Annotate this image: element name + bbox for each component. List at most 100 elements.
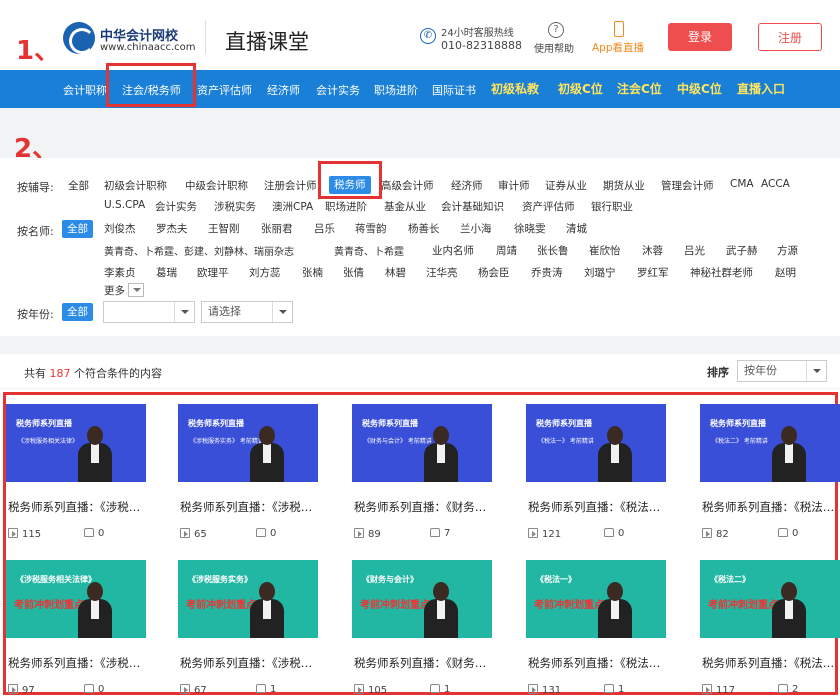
teacher-option[interactable]: 林碧	[385, 265, 406, 280]
category-option[interactable]: 涉税实务	[214, 199, 256, 214]
nav-item[interactable]: 经济师	[267, 82, 300, 98]
teacher-option[interactable]: 张倩	[343, 265, 364, 280]
category-option[interactable]: 高级会计师	[381, 178, 434, 193]
category-option[interactable]: 经济师	[451, 178, 483, 193]
category-option[interactable]: 初级会计职称	[104, 178, 167, 193]
category-option[interactable]: 基金从业	[384, 199, 426, 214]
register-button[interactable]: 注册	[758, 23, 822, 51]
teacher-option[interactable]: 武子赫	[726, 243, 758, 258]
teacher-option[interactable]: 蒋雪韵	[355, 221, 387, 236]
teacher-option[interactable]: 葛瑞	[156, 265, 177, 280]
category-option[interactable]: 会计基础知识	[441, 199, 504, 214]
category-option[interactable]: 中级会计职称	[185, 178, 248, 193]
course-thumbnail[interactable]: 《税法一》 考前冲刺划重点	[526, 560, 666, 638]
teacher-option[interactable]: 张长鲁	[537, 243, 569, 258]
nav-bold-item[interactable]: 初级私教	[491, 80, 539, 97]
teacher-option[interactable]: 崔欣怡	[589, 243, 621, 258]
category-option[interactable]: 会计实务	[155, 199, 197, 214]
category-option[interactable]: 资产评估师	[522, 199, 575, 214]
logo-icon[interactable]	[63, 22, 95, 54]
nav-item[interactable]: 资产评估师	[197, 82, 252, 98]
nav-item[interactable]: 职场进阶	[374, 82, 418, 98]
chevron-down-icon[interactable]	[128, 283, 144, 297]
teacher-option[interactable]: 黄青奇、卜希霆、彭建、刘静林、瑞丽杂志	[104, 243, 294, 258]
login-button[interactable]: 登录	[668, 23, 732, 51]
teacher-option[interactable]: 刘璐宁	[584, 265, 616, 280]
teacher-option[interactable]: 吕光	[684, 243, 705, 258]
teacher-option[interactable]: 乔贵涛	[531, 265, 563, 280]
category-option[interactable]: 注册会计师	[264, 178, 317, 193]
category-option[interactable]: 证券从业	[545, 178, 587, 193]
teacher-option[interactable]: 周靖	[496, 243, 517, 258]
teacher-option[interactable]: 张楠	[302, 265, 323, 280]
teacher-option[interactable]: 吕乐	[314, 221, 335, 236]
teacher-option[interactable]: 欧理平	[197, 265, 229, 280]
category-option[interactable]: 管理会计师	[661, 178, 714, 193]
teacher-option[interactable]: 杨会臣	[478, 265, 510, 280]
nav-bold-item[interactable]: 中级C位	[677, 80, 722, 97]
course-title[interactable]: 税务师系列直播：《财务…	[354, 655, 486, 671]
teacher-option[interactable]: 李素贞	[104, 265, 136, 280]
course-thumbnail[interactable]: 税务师系列直播 《财务与会计》 考前精讲	[352, 404, 492, 482]
nav-item[interactable]: 会计实务	[316, 82, 360, 98]
course-title[interactable]: 税务师系列直播：《涉税…	[180, 499, 312, 515]
nav-item[interactable]: 会计职称	[63, 82, 107, 98]
app-link[interactable]: App看直播	[592, 40, 644, 55]
nav-item[interactable]: 国际证书	[432, 82, 476, 98]
course-title[interactable]: 税务师系列直播：《税法…	[528, 499, 660, 515]
course-thumbnail[interactable]: 《税法二》 考前冲刺划重点	[700, 560, 840, 638]
teacher-option[interactable]: 沐蓉	[642, 243, 663, 258]
course-thumbnail[interactable]: 《涉税服务实务》 考前冲刺划重点	[178, 560, 318, 638]
category-option[interactable]: 职场进阶	[325, 199, 367, 214]
course-title[interactable]: 税务师系列直播：《涉税…	[180, 655, 312, 671]
course-thumbnail[interactable]: 《涉税服务相关法律》 考前冲刺划重点	[6, 560, 146, 638]
course-thumbnail[interactable]: 税务师系列直播 《涉税服务相关法律》	[6, 404, 146, 482]
course-thumbnail[interactable]: 税务师系列直播 《涉税服务实务》 考前精讲	[178, 404, 318, 482]
course-thumbnail[interactable]: 税务师系列直播 《税法二》 考前精讲	[700, 404, 840, 482]
teacher-option[interactable]: 王智刚	[208, 221, 240, 236]
year-option-selected[interactable]: 全部	[62, 303, 93, 321]
teacher-option[interactable]: 兰小海	[460, 221, 492, 236]
course-title[interactable]: 税务师系列直播：《税法…	[702, 499, 834, 515]
course-title[interactable]: 税务师系列直播：《税法…	[528, 655, 660, 671]
category-option[interactable]: 审计师	[498, 178, 530, 193]
teacher-option[interactable]: 方源	[777, 243, 798, 258]
course-title[interactable]: 税务师系列直播：《涉税…	[8, 655, 140, 671]
help-icon[interactable]: ?	[548, 22, 564, 38]
teacher-option[interactable]: 刘俊杰	[104, 221, 136, 236]
category-option[interactable]: 期货从业	[603, 178, 645, 193]
sub-select[interactable]: 请选择	[201, 301, 293, 323]
year-select[interactable]	[103, 301, 195, 323]
teacher-option[interactable]: 刘方蕊	[249, 265, 281, 280]
teacher-option[interactable]: 赵明	[775, 265, 796, 280]
nav-bold-item[interactable]: 注会C位	[617, 80, 662, 97]
teacher-option-selected[interactable]: 全部	[62, 220, 93, 238]
teacher-option[interactable]: 张丽君	[261, 221, 293, 236]
category-option[interactable]: CMA	[730, 178, 754, 190]
course-title[interactable]: 税务师系列直播：《财务…	[354, 499, 486, 515]
category-option[interactable]: U.S.CPA	[104, 199, 145, 211]
teacher-option[interactable]: 业内名师	[432, 243, 474, 258]
teacher-option[interactable]: 罗红军	[637, 265, 669, 280]
teacher-option[interactable]: 汪华亮	[426, 265, 458, 280]
teacher-option[interactable]: 罗杰夫	[156, 221, 188, 236]
category-option[interactable]: 银行职业	[591, 199, 633, 214]
course-thumbnail[interactable]: 《财务与会计》 考前冲刺划重点	[352, 560, 492, 638]
nav-bold-item[interactable]: 直播入口	[737, 80, 785, 97]
course-thumbnail[interactable]: 税务师系列直播 《税法一》 考前精讲	[526, 404, 666, 482]
category-option[interactable]: 澳洲CPA	[272, 199, 313, 214]
nav-bold-item[interactable]: 初级C位	[558, 80, 603, 97]
teacher-option[interactable]: 黄青奇、卜希霆	[334, 243, 404, 258]
logo-url[interactable]: www.chinaacc.com	[100, 42, 196, 53]
sort-select[interactable]: 按年份	[737, 360, 827, 382]
teacher-option[interactable]: 神秘社群老师	[690, 265, 753, 280]
course-title[interactable]: 税务师系列直播：《税法…	[702, 655, 834, 671]
teacher-option[interactable]: 杨善长	[408, 221, 440, 236]
category-option[interactable]: ACCA	[761, 178, 790, 190]
teacher-option[interactable]: 徐晓雯	[514, 221, 546, 236]
category-option[interactable]: 全部	[68, 178, 89, 193]
help-link[interactable]: 使用帮助	[534, 40, 574, 55]
phone-app-icon[interactable]	[614, 21, 624, 37]
teacher-option[interactable]: 清城	[566, 221, 587, 236]
course-title[interactable]: 税务师系列直播：《涉税…	[8, 499, 140, 515]
